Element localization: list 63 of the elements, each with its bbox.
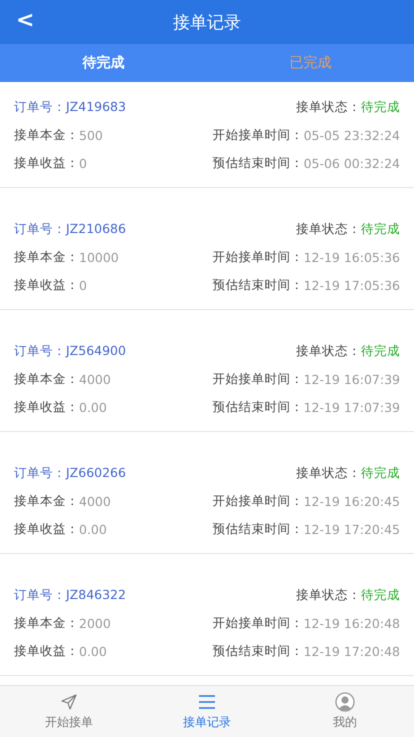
earnings-value: 0.00: [79, 644, 108, 658]
order-status: 待完成: [361, 586, 400, 604]
order-number: 订单号：JZ210686: [14, 220, 127, 238]
status-label: 接单状态：: [296, 464, 361, 482]
start-time-label: 开始接单时间：: [212, 614, 304, 632]
end-time-value: 12-19 17:20:45: [304, 522, 400, 536]
nav-item[interactable]: 开始接单: [0, 686, 138, 737]
earnings-value: 0: [79, 156, 88, 170]
principal-value: 4000: [79, 494, 112, 508]
tab[interactable]: 待完成: [0, 44, 207, 82]
earnings-label: 接单收益：: [14, 276, 79, 294]
back-button[interactable]: <: [10, 6, 40, 35]
start-time-value: 05-05 23:32:24: [304, 128, 400, 142]
start-time-value: 12-19 16:20:48: [304, 616, 400, 630]
status-label: 接单状态：: [296, 98, 361, 116]
end-time-value: 05-06 00:32:24: [304, 156, 400, 170]
start-time-label: 开始接单时间：: [212, 492, 304, 510]
status-label: 接单状态：: [296, 586, 361, 604]
start-time-label: 开始接单时间：: [212, 248, 304, 266]
order-number: 订单号：JZ846322: [14, 586, 127, 604]
end-time-label: 预估结束时间：: [212, 154, 304, 172]
principal-label: 接单本金：: [14, 492, 79, 510]
principal-value: 4000: [79, 372, 112, 386]
order-status: 待完成: [361, 98, 400, 116]
status-label: 接单状态：: [296, 342, 361, 360]
order-status: 待完成: [361, 220, 400, 238]
earnings-value: 0.00: [79, 522, 108, 536]
end-time-value: 12-19 17:20:48: [304, 644, 400, 658]
end-time-value: 12-19 17:05:36: [304, 278, 400, 292]
principal-value: 500: [79, 128, 104, 142]
principal-label: 接单本金：: [14, 614, 79, 632]
paper-plane-icon: [59, 692, 79, 712]
earnings-label: 接单收益：: [14, 642, 79, 660]
end-time-value: 12-19 17:07:39: [304, 400, 400, 414]
order-number: 订单号：JZ564900: [14, 342, 127, 360]
end-time-label: 预估结束时间：: [212, 520, 304, 538]
start-time-value: 12-19 16:07:39: [304, 372, 400, 386]
earnings-label: 接单收益：: [14, 398, 79, 416]
earnings-value: 0: [79, 278, 88, 292]
order-number: 订单号：JZ419683: [14, 98, 127, 116]
start-time-label: 开始接单时间：: [212, 370, 304, 388]
status-label: 接单状态：: [296, 220, 361, 238]
earnings-value: 0.00: [79, 400, 108, 414]
nav-item[interactable]: 我的: [276, 686, 414, 737]
nav-item[interactable]: 接单记录: [138, 686, 276, 737]
principal-label: 接单本金：: [14, 248, 79, 266]
order-status: 待完成: [361, 342, 400, 360]
principal-value: 2000: [79, 616, 112, 630]
principal-value: 10000: [79, 250, 120, 264]
page-title: 接单记录: [173, 12, 241, 34]
user-avatar-icon: [335, 692, 355, 712]
end-time-label: 预估结束时间：: [212, 398, 304, 416]
order-number: 订单号：JZ660266: [14, 464, 127, 482]
earnings-label: 接单收益：: [14, 520, 79, 538]
earnings-label: 接单收益：: [14, 154, 79, 172]
end-time-label: 预估结束时间：: [212, 642, 304, 660]
start-time-value: 12-19 16:20:45: [304, 494, 400, 508]
principal-label: 接单本金：: [14, 126, 79, 144]
order-status: 待完成: [361, 464, 400, 482]
principal-label: 接单本金：: [14, 370, 79, 388]
start-time-label: 开始接单时间：: [212, 126, 304, 144]
end-time-label: 预估结束时间：: [212, 276, 304, 294]
start-time-value: 12-19 16:05:36: [304, 250, 400, 264]
